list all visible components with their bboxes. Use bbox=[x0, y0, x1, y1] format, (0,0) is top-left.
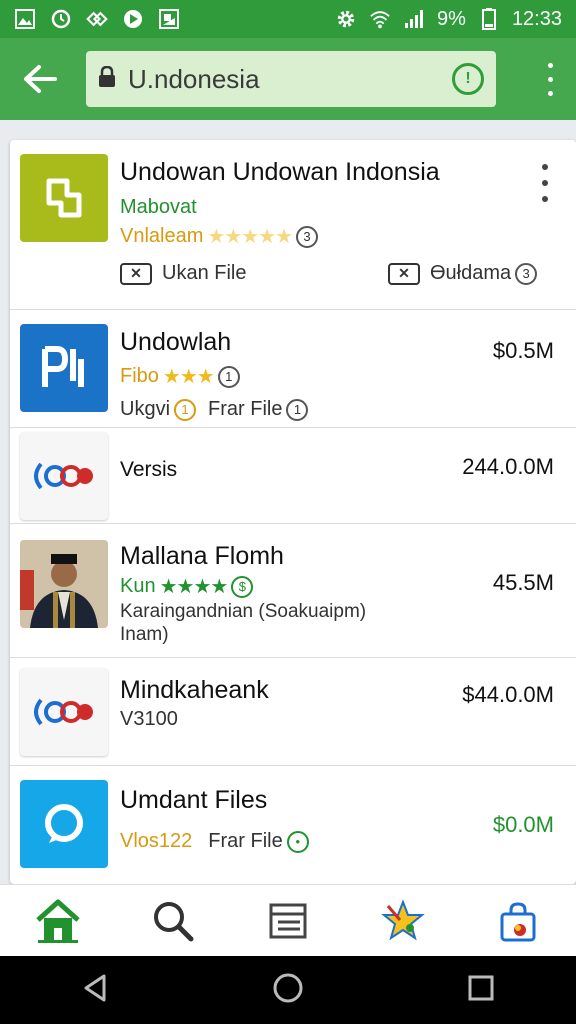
item-rating: Fibo ★★★ 1 bbox=[120, 364, 240, 389]
item-price: $0.0M bbox=[492, 812, 554, 837]
list-item[interactable]: Umdant Files $0.0M Vlos122 Frar File • bbox=[10, 766, 576, 884]
nav-search[interactable] bbox=[143, 891, 203, 951]
item-title: Versis bbox=[120, 458, 178, 481]
rating-label: Vnlaleam bbox=[120, 225, 204, 247]
clock-app-icon bbox=[50, 8, 72, 30]
item-title: Mallana Flomh bbox=[120, 542, 284, 570]
meta-label: Ukgvi bbox=[120, 398, 171, 420]
close-box-icon: ✕ bbox=[120, 262, 152, 285]
app-list: Undowan Undowan Indonsia Mabovat Vnlalea… bbox=[10, 140, 576, 884]
meta-label: Vlos122 bbox=[120, 830, 193, 852]
triangle-back-icon bbox=[84, 974, 106, 1001]
item-meta: Ukgvi 1 Frar File 1 bbox=[120, 398, 309, 421]
back-button[interactable] bbox=[14, 53, 66, 105]
home-icon bbox=[35, 899, 80, 943]
rating-label: Fibo bbox=[120, 365, 159, 387]
battery-icon bbox=[478, 8, 500, 30]
meta-text: Frar File bbox=[208, 398, 283, 420]
item-action-left[interactable]: ✕ Ukan File bbox=[120, 262, 246, 285]
rating-count: 1 bbox=[217, 365, 240, 388]
meta-text: Frar File bbox=[208, 830, 283, 852]
item-price: 45.5M bbox=[492, 570, 554, 595]
play-icon bbox=[122, 8, 144, 30]
list-item[interactable]: Versis 244.0.0M bbox=[10, 428, 576, 524]
app-icon bbox=[20, 668, 108, 756]
item-overflow-button[interactable] bbox=[542, 164, 550, 202]
link-icon bbox=[86, 8, 108, 30]
install-status-icon: • bbox=[286, 830, 309, 853]
item-title: Mindkaheank bbox=[120, 676, 269, 704]
search-field[interactable]: U.ndonesia ! bbox=[86, 51, 496, 107]
list-item[interactable]: Undowlah $0.5M Fibo ★★★ 1 Ukgvi 1 Frar F… bbox=[10, 310, 576, 428]
clock-time: 12:33 bbox=[511, 7, 562, 30]
action-count: 3 bbox=[515, 262, 538, 285]
list-item[interactable]: Mallana Flomh 45.5M Kun ★★★★ $ Karaingan… bbox=[10, 524, 576, 658]
battery-percent: 9% bbox=[437, 7, 466, 30]
nav-list[interactable] bbox=[258, 891, 318, 951]
item-price: $44.0.0M bbox=[462, 682, 554, 707]
image-icon bbox=[158, 8, 180, 30]
lock-icon bbox=[98, 65, 116, 93]
rating-stars: ★★★★★ bbox=[207, 226, 293, 248]
system-navigation-bar bbox=[0, 956, 576, 1024]
signal-icon bbox=[403, 8, 425, 30]
action-label: Ukan File bbox=[162, 262, 247, 284]
item-description: Karaingandnian (Soakuaipm) bbox=[120, 601, 367, 622]
item-meta: Vlos122 Frar File • bbox=[120, 830, 309, 853]
item-title: Undowlah bbox=[120, 328, 232, 356]
nav-store[interactable] bbox=[488, 891, 548, 951]
nav-featured[interactable] bbox=[373, 891, 433, 951]
circle-home-icon bbox=[273, 973, 303, 1002]
close-box-icon: ✕ bbox=[388, 262, 420, 285]
item-version: V3100 bbox=[120, 708, 178, 730]
item-price: 244.0.0M bbox=[462, 454, 554, 479]
back-arrow-icon bbox=[24, 65, 57, 93]
profile-photo bbox=[20, 540, 108, 628]
meta-count: 1 bbox=[286, 398, 309, 421]
list-item[interactable]: Undowan Undowan Indonsia Mabovat Vnlalea… bbox=[10, 140, 576, 310]
search-icon bbox=[153, 901, 194, 941]
app-icon bbox=[20, 780, 108, 868]
system-home-button[interactable] bbox=[271, 971, 305, 1010]
bottom-navigation bbox=[0, 884, 576, 956]
item-title: Umdant Files bbox=[120, 786, 268, 814]
app-icon bbox=[20, 432, 108, 520]
meta-count: 1 bbox=[174, 398, 197, 421]
item-title: Undowan Undowan Indonsia bbox=[120, 158, 440, 186]
item-description-2: Inam) bbox=[120, 624, 169, 645]
status-bar: 9% 12:33 bbox=[0, 0, 576, 38]
system-back-button[interactable] bbox=[80, 972, 110, 1009]
search-input[interactable]: U.ndonesia bbox=[128, 64, 452, 95]
nav-home[interactable] bbox=[28, 891, 88, 951]
alert-icon[interactable]: ! bbox=[452, 63, 484, 95]
item-action-right[interactable]: ✕ Ɵułdama 3 bbox=[388, 262, 538, 285]
action-label: Ɵułdama bbox=[430, 262, 512, 284]
wifi-icon bbox=[369, 8, 391, 30]
app-icon bbox=[20, 154, 108, 242]
list-icon bbox=[269, 903, 307, 938]
item-subtitle: Mabovat bbox=[120, 196, 197, 218]
price-badge-icon: $ bbox=[231, 575, 254, 598]
shopping-bag-icon bbox=[500, 901, 536, 941]
gallery-icon bbox=[14, 8, 36, 30]
app-icon bbox=[20, 324, 108, 412]
rating-label: Kun bbox=[120, 575, 156, 597]
item-rating: Vnlaleam ★★★★★ 3 bbox=[120, 224, 319, 249]
list-item[interactable]: Mindkaheank $44.0.0M V3100 bbox=[10, 658, 576, 766]
item-price: $0.5M bbox=[492, 338, 554, 363]
square-recents-icon bbox=[468, 975, 494, 1000]
rating-stars: ★★★ bbox=[162, 366, 215, 388]
item-rating: Kun ★★★★ $ bbox=[120, 574, 254, 599]
system-recents-button[interactable] bbox=[466, 973, 496, 1008]
settings-icon bbox=[335, 8, 357, 30]
rating-count: 3 bbox=[296, 225, 319, 248]
rating-stars: ★★★★ bbox=[159, 576, 229, 598]
overflow-menu-button[interactable] bbox=[538, 53, 562, 105]
app-bar: U.ndonesia ! bbox=[0, 38, 576, 120]
star-icon bbox=[381, 898, 425, 940]
